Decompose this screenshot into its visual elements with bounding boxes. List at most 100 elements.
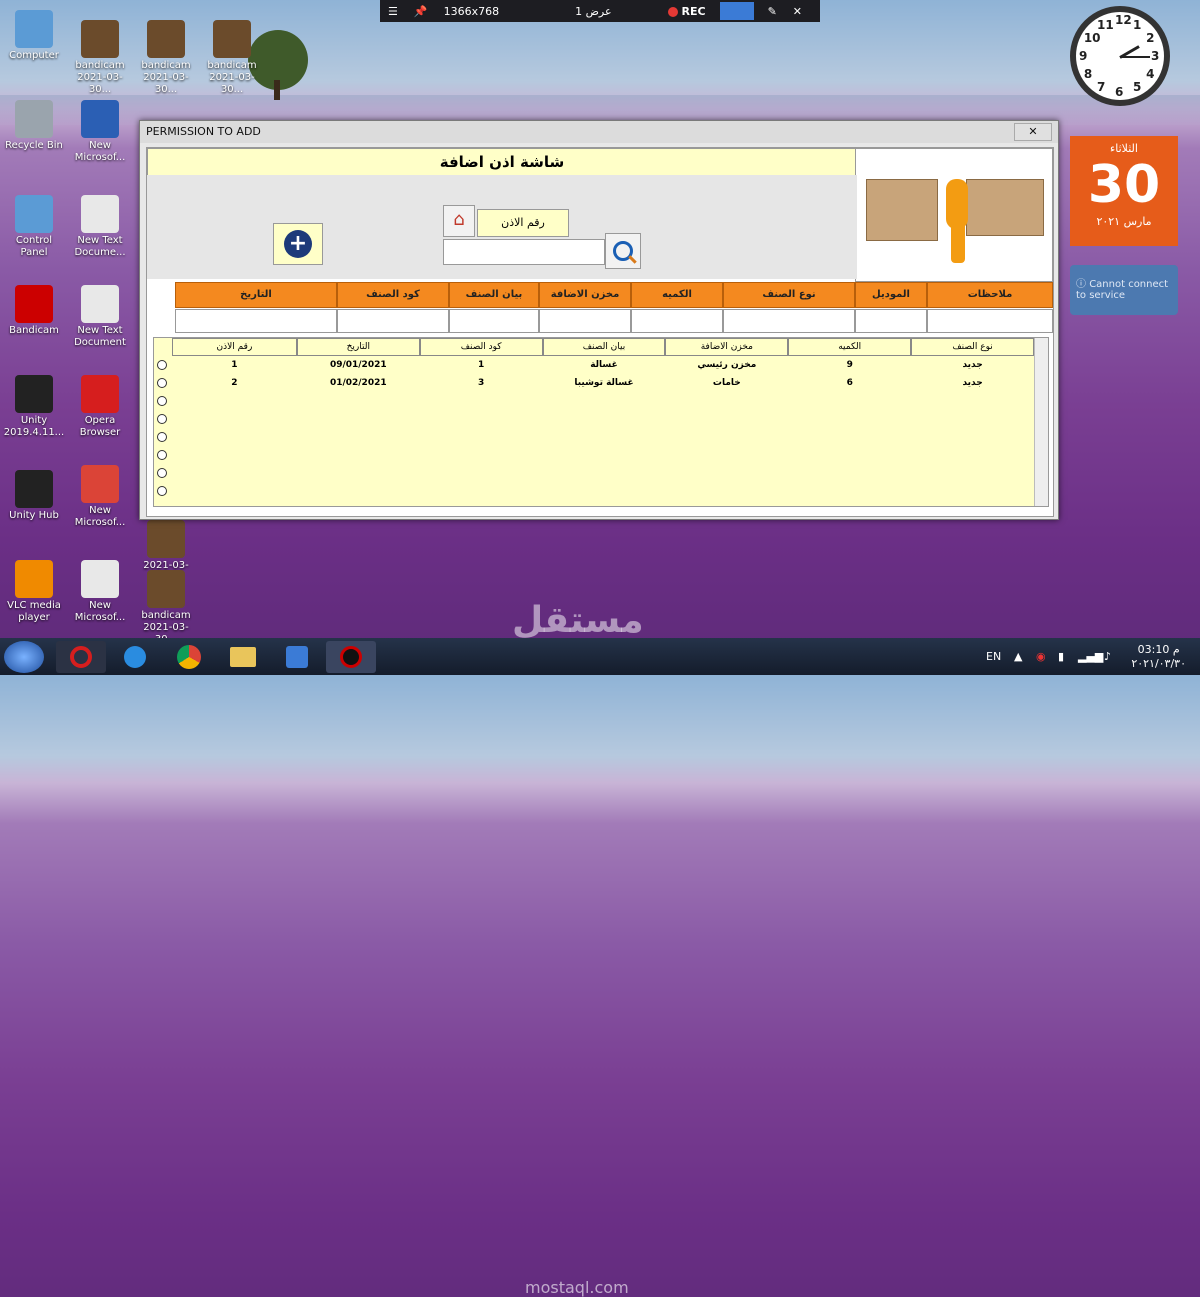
rec-button[interactable]: REC: [660, 5, 714, 18]
close-icon[interactable]: ✕: [785, 5, 810, 18]
tray-battery-icon[interactable]: ▮: [1058, 650, 1064, 663]
grid-body: جديد 9 مخزن رئيسي غسالة 1 09/01/2021 1 جديد 6 خام…: [154, 356, 1048, 500]
desktop-icon[interactable]: New Microsof...: [68, 465, 132, 529]
tray-volume-icon[interactable]: ♪: [1104, 650, 1111, 663]
desktop-icon[interactable]: Computer: [2, 10, 66, 62]
start-button[interactable]: [4, 641, 44, 673]
clock-hand: [1120, 56, 1150, 58]
desktop-icon[interactable]: Unity 2019.4.11...: [2, 375, 66, 439]
grid-cell: 1: [231, 360, 238, 370]
desktop-icon[interactable]: bandicam 2021-03-30...: [134, 20, 198, 96]
table-row[interactable]: [157, 428, 1034, 446]
desktop-icon[interactable]: bandicam 2021-03-30...: [134, 570, 198, 646]
search-icon: [613, 241, 633, 261]
grid-cell: [911, 410, 1034, 428]
taskbar-bandicam[interactable]: [326, 641, 376, 673]
calendar-gadget: الثلاثاء 30 مارس ٢٠٢١: [1070, 136, 1178, 246]
folder-icon: [230, 647, 256, 667]
clock-number: 5: [1133, 80, 1142, 95]
desktop-icon[interactable]: VLC media player: [2, 560, 66, 624]
row-select-radio[interactable]: [157, 468, 167, 478]
desktop-icon[interactable]: bandicam 2021-03-30...: [68, 20, 132, 96]
form-input-cell[interactable]: [175, 309, 337, 333]
form-header-cell: الموديل: [855, 282, 927, 308]
desktop-icon-label: bandicam 2021-03-30...: [207, 60, 257, 95]
table-row[interactable]: [157, 446, 1034, 464]
tray-flag-icon[interactable]: ▲: [1014, 650, 1022, 663]
mode-label[interactable]: عرض 1: [567, 5, 619, 18]
row-select-radio[interactable]: [157, 378, 167, 388]
form-input-cell[interactable]: [927, 309, 1053, 333]
form-input-cell[interactable]: [539, 309, 631, 333]
clock-number: 2: [1146, 31, 1155, 45]
desktop-icon[interactable]: Recycle Bin: [2, 100, 66, 152]
desktop-icon[interactable]: Control Panel: [2, 195, 66, 259]
row-select-radio[interactable]: [157, 396, 167, 406]
home-button[interactable]: ⌂: [443, 205, 475, 237]
form-input-cell[interactable]: [631, 309, 723, 333]
clock-number: 11: [1097, 17, 1114, 32]
permission-number-label: رقم الاذن: [477, 209, 569, 237]
tray-clock[interactable]: 03:10 م ٢٠٢١/٠٣/٣٠: [1131, 643, 1186, 671]
desktop-icon-image: [15, 560, 53, 598]
window-close-button[interactable]: ✕: [1014, 123, 1052, 141]
form-input-cell[interactable]: [723, 309, 855, 333]
row-select-radio[interactable]: [157, 432, 167, 442]
tray-antivirus-icon[interactable]: ◉: [1036, 650, 1046, 663]
row-select-radio[interactable]: [157, 360, 167, 370]
grid-cell: [297, 446, 420, 464]
desktop-icon[interactable]: New Microsof...: [68, 100, 132, 164]
desktop-icon-image: [147, 570, 185, 608]
desktop-icon[interactable]: New Text Document: [68, 285, 132, 349]
taskbar-explorer[interactable]: [218, 641, 268, 673]
form-input-cell[interactable]: [449, 309, 539, 333]
desktop-icon[interactable]: bandicam 2021-03-30...: [200, 20, 264, 96]
search-button[interactable]: [605, 233, 641, 269]
grid-cell: 1: [478, 360, 485, 370]
tray-network-icon[interactable]: ▂▄▆: [1078, 650, 1103, 663]
pencil-icon[interactable]: ✎: [760, 5, 785, 18]
add-button[interactable]: +: [273, 223, 323, 265]
clock-number: 3: [1151, 49, 1160, 63]
taskbar-media[interactable]: [272, 641, 322, 673]
grid-cell: [543, 464, 666, 482]
row-select-radio[interactable]: [157, 486, 167, 496]
grid-cell: [297, 482, 420, 500]
form-input-cell[interactable]: [855, 309, 927, 333]
desktop-icon-image: [15, 195, 53, 233]
desktop-icon[interactable]: Unity Hub: [2, 470, 66, 522]
table-row[interactable]: [157, 410, 1034, 428]
table-row[interactable]: جديد 6 خامات غسالة توشيبا 3 01/02/2021 2: [157, 374, 1034, 392]
row-select-radio[interactable]: [157, 414, 167, 424]
table-row[interactable]: [157, 392, 1034, 410]
grid-cell: [172, 392, 297, 410]
grid-header-row: نوع الصنف الكميه مخزن الاضافة بيان الصنف كود…: [172, 338, 1034, 356]
taskbar-chrome[interactable]: [164, 641, 214, 673]
permission-number-input[interactable]: [443, 239, 605, 265]
desktop-icon-image: [81, 560, 119, 598]
taskbar-opera[interactable]: [56, 641, 106, 673]
desktop-icon[interactable]: Bandicam: [2, 285, 66, 337]
taskbar: mostaql.com EN ▲ ◉ ▮ ▂▄▆ ♪ 03:10 م ٢٠٢١/…: [0, 638, 1200, 1297]
weather-gadget: ⓘ Cannot connect to service: [1070, 265, 1178, 315]
grid-cell: [911, 482, 1034, 500]
language-indicator[interactable]: EN: [986, 650, 1001, 663]
row-select-radio[interactable]: [157, 450, 167, 460]
desktop-icon-label: New Microsof...: [74, 140, 126, 163]
desktop-icon[interactable]: Opera Browser: [68, 375, 132, 439]
camera-icon[interactable]: [719, 2, 754, 20]
menu-icon[interactable]: ☰: [380, 5, 406, 18]
table-row[interactable]: جديد 9 مخزن رئيسي غسالة 1 09/01/2021 1: [157, 356, 1034, 374]
table-row[interactable]: [157, 464, 1034, 482]
taskbar-ie[interactable]: [110, 641, 160, 673]
form-input-cell[interactable]: [337, 309, 449, 333]
calendar-weekday: الثلاثاء: [1110, 142, 1138, 155]
grid-header-cell: نوع الصنف: [911, 338, 1034, 356]
desktop-icon[interactable]: New Text Docume...: [68, 195, 132, 259]
table-row[interactable]: [157, 482, 1034, 500]
grid-cell: [788, 410, 911, 428]
window-titlebar[interactable]: PERMISSION TO ADD ✕: [140, 121, 1058, 143]
pin-icon[interactable]: 📌: [406, 5, 436, 18]
grid-scrollbar[interactable]: [1034, 338, 1048, 506]
desktop-icon[interactable]: New Microsof...: [68, 560, 132, 624]
